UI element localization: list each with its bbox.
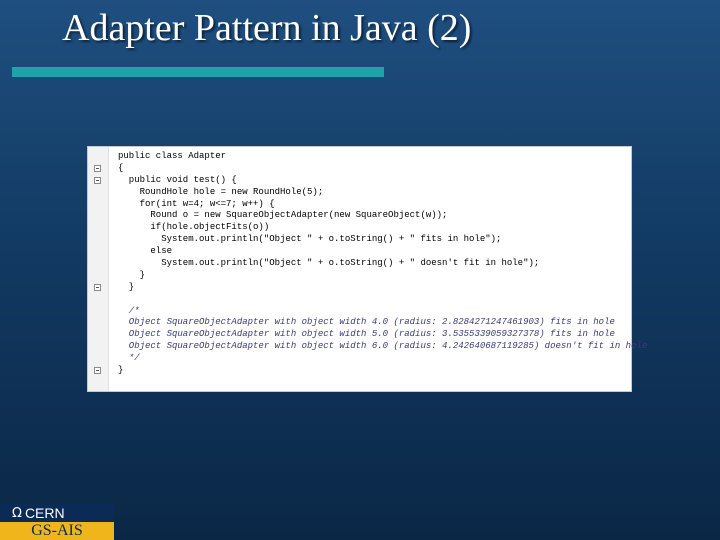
fold-marker-icon [94,164,101,172]
code-line-text: { [118,162,124,173]
code-line-text: RoundHole hole = new RoundHole(5); [118,186,324,197]
cern-logo: Ω CERN GS-AIS [0,504,114,540]
code-line: Object SquareObjectAdapter with object w… [108,329,631,341]
code-line-text: Round o = new SquareObjectAdapter(new Sq… [118,210,448,221]
code-lines: public class Adapter{ public void test()… [94,151,648,377]
code-line: Object SquareObjectAdapter with object w… [108,317,631,329]
code-screenshot: public class Adapter{ public void test()… [87,146,648,392]
fold-marker-icon [94,283,101,291]
code-line: Round o = new SquareObjectAdapter(new Sq… [108,210,631,222]
code-line-text: Object SquareObjectAdapter with object w… [118,341,648,352]
fold-marker-icon [94,367,101,375]
code-line: */ [108,353,631,365]
code-line: else [108,246,631,258]
code-line: System.out.println("Object " + o.toStrin… [108,258,631,270]
code-line: public void test() { [94,174,631,187]
slide-title: Adapter Pattern in Java (2) [62,7,472,49]
code-line-text: Object SquareObjectAdapter with object w… [118,329,615,340]
fold-marker-icon [94,176,101,184]
code-line: } [94,281,631,294]
code-line: RoundHole hole = new RoundHole(5); [108,187,631,199]
code-line: if(hole.objectFits(o)) [108,222,631,234]
code-line-text: public void test() { [118,174,237,185]
code-line: for(int w=4; w<=7; w++) { [108,199,631,211]
code-line: { [94,162,631,175]
code-line-text: if(hole.objectFits(o)) [118,222,270,233]
code-line-text: */ [118,353,140,364]
code-line-text: System.out.println("Object " + o.toStrin… [118,258,540,269]
code-line: Object SquareObjectAdapter with object w… [108,341,648,353]
gs-ais-label: GS-AIS [0,522,114,540]
cern-logo-top: Ω CERN [0,504,114,522]
code-line: public class Adapter [108,151,631,163]
code-line-text: public class Adapter [118,151,227,161]
code-line-text: /* [118,305,140,316]
cern-emblem-icon: Ω [12,505,22,521]
code-line-text: System.out.println("Object " + o.toStrin… [118,234,502,245]
code-line-text: for(int w=4; w<=7; w++) { [118,198,275,209]
code-line-text: } [118,365,124,376]
code-line: System.out.println("Object " + o.toStrin… [108,234,631,246]
code-line-text: Object SquareObjectAdapter with object w… [118,317,615,328]
code-line: } [108,270,631,282]
cern-logo-text: CERN [24,505,65,521]
title-underline [12,67,384,77]
code-line-text: else [118,246,173,257]
code-line: } [94,365,631,377]
code-line-text: } [118,281,135,292]
code-line: /* [108,306,631,318]
code-line-text: } [118,269,146,280]
